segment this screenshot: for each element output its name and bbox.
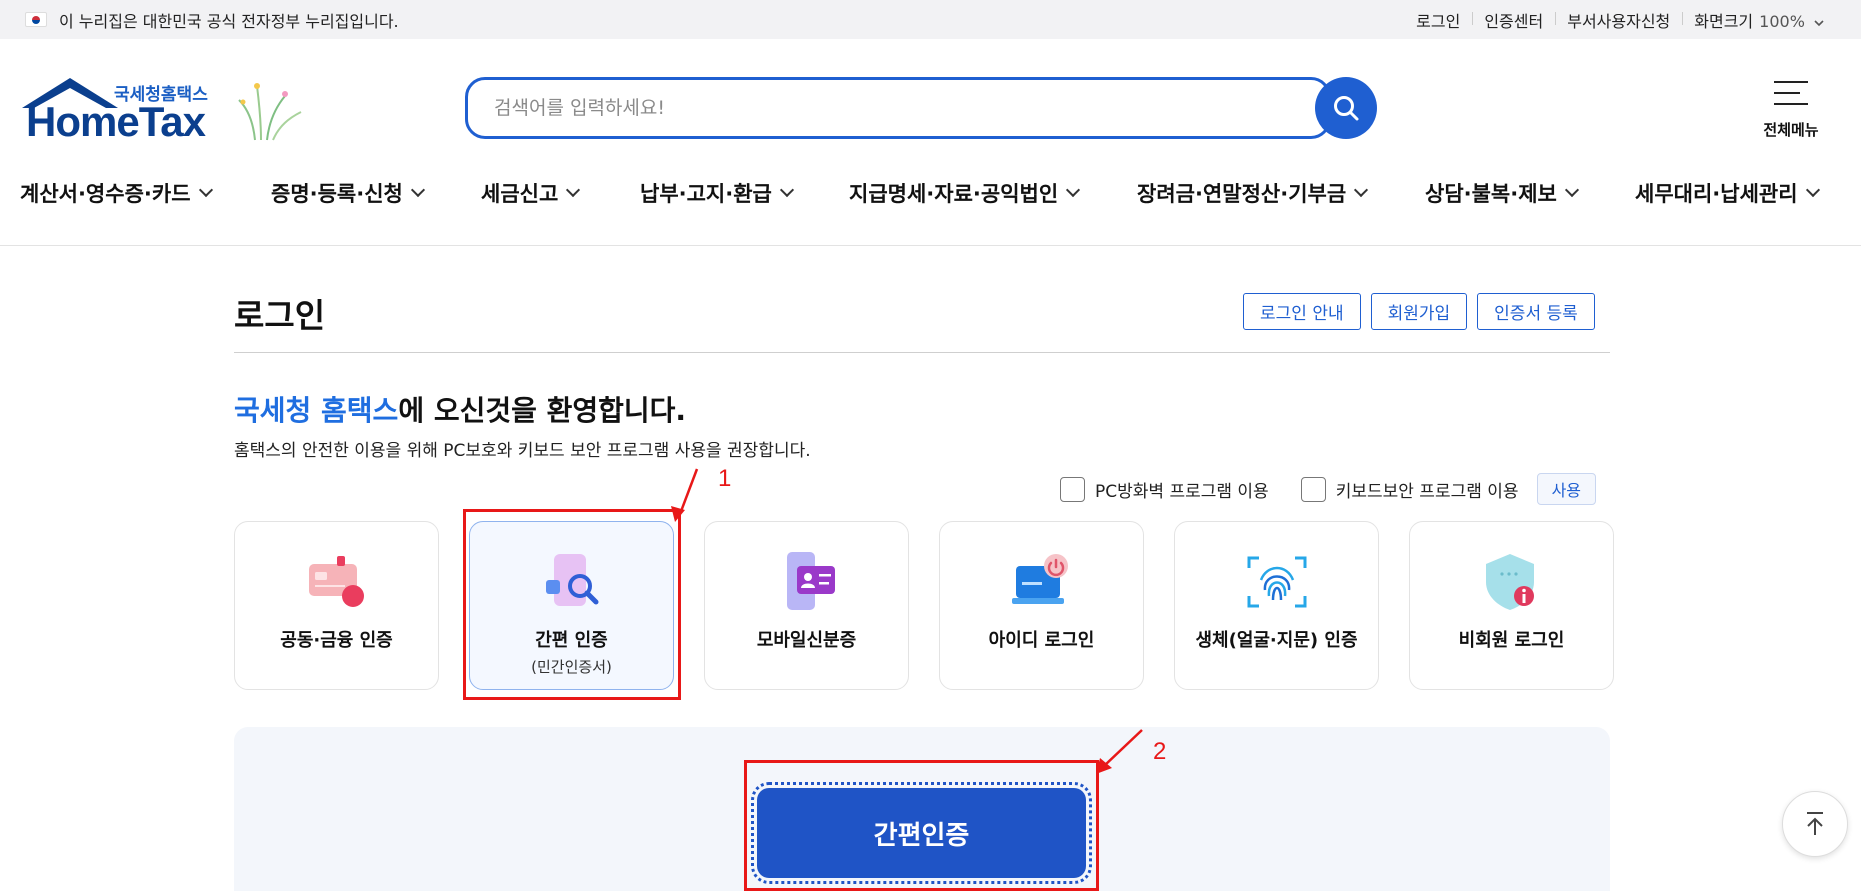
util-login-link[interactable]: 로그인 bbox=[1404, 8, 1472, 32]
chevron-down-icon bbox=[1564, 182, 1579, 198]
gnb-item-consult[interactable]: 상담·불복·제보 bbox=[1425, 176, 1579, 210]
zoom-control[interactable]: 화면크기 100% bbox=[1682, 8, 1836, 32]
annotation-number-1: 1 bbox=[718, 465, 732, 492]
welcome-heading: 국세청 홈택스에 오신것을 환영합니다. bbox=[234, 389, 686, 429]
method-label: 비회원 로그인 bbox=[1458, 630, 1565, 651]
keyboard-security-checkbox[interactable] bbox=[1300, 476, 1326, 502]
annotation-arrowhead-1 bbox=[671, 506, 685, 522]
method-sublabel: (민간인증서) bbox=[531, 658, 612, 676]
keyboard-security-option[interactable]: 키보드보안 프로그램 이용 bbox=[1300, 476, 1519, 502]
chevron-down-icon bbox=[198, 182, 213, 198]
gnb-label: 지급명세·자료·공익법인 bbox=[849, 182, 1059, 206]
method-label: 생체(얼굴·지문) 인증 bbox=[1195, 630, 1358, 651]
gnb-label: 세금신고 bbox=[481, 182, 559, 206]
gnb-item-invoice[interactable]: 계산서·영수증·카드 bbox=[20, 176, 213, 210]
gnb-item-agent[interactable]: 세무대리·납세관리 bbox=[1635, 176, 1820, 210]
grass-decoration-icon bbox=[238, 83, 302, 141]
title-actions: 로그인 안내 회원가입 인증서 등록 bbox=[1243, 293, 1595, 330]
search-button[interactable] bbox=[1315, 77, 1377, 139]
utility-links: 로그인 인증센터 부서사용자신청 화면크기 100% bbox=[1404, 8, 1836, 32]
title-divider bbox=[234, 352, 1610, 353]
gov-banner: 이 누리집은 대한민국 공식 전자정부 누리집입니다. 로그인 인증센터 부서사… bbox=[0, 0, 1861, 39]
chevron-down-icon bbox=[1805, 182, 1820, 198]
security-options: PC방화벽 프로그램 이용 키보드보안 프로그램 이용 사용 bbox=[1060, 473, 1597, 505]
login-methods: 공동·금융 인증 간편 인증 (민간인증서) 모바일신분증 아이디 로그인 생체… bbox=[234, 521, 1614, 690]
login-method-biometric[interactable]: 생체(얼굴·지문) 인증 bbox=[1174, 521, 1379, 690]
chevron-down-icon bbox=[1066, 182, 1081, 198]
method-label: 공동·금융 인증 bbox=[280, 630, 393, 651]
hometax-logo[interactable]: 국세청홈택스 HomeTax bbox=[20, 76, 302, 146]
simple-auth-button[interactable]: 간편인증 bbox=[751, 782, 1092, 884]
zoom-label: 화면크기 bbox=[1694, 11, 1754, 31]
method-label: 간편 인증 bbox=[535, 630, 608, 651]
page-title: 로그인 bbox=[234, 296, 326, 335]
gnb-item-incentive[interactable]: 장려금·연말정산·기부금 bbox=[1137, 176, 1369, 210]
chevron-down-icon bbox=[1814, 19, 1824, 26]
guest-shield-icon bbox=[1485, 554, 1534, 610]
gov-notice-text: 이 누리집은 대한민국 공식 전자정부 누리집입니다. bbox=[59, 11, 399, 31]
login-method-simple-auth[interactable]: 간편 인증 (민간인증서) bbox=[469, 521, 674, 690]
zoom-value: 100% bbox=[1759, 11, 1805, 31]
annotation-number-2: 2 bbox=[1153, 738, 1167, 765]
firewall-option[interactable]: PC방화벽 프로그램 이용 bbox=[1060, 476, 1269, 502]
arrow-up-icon bbox=[1807, 812, 1823, 835]
id-login-icon bbox=[1011, 554, 1068, 604]
util-cert-center-link[interactable]: 인증센터 bbox=[1472, 8, 1555, 32]
gnb-label: 상담·불복·제보 bbox=[1425, 182, 1557, 206]
util-dept-user-link[interactable]: 부서사용자신청 bbox=[1555, 8, 1682, 32]
gnb-label: 계산서·영수증·카드 bbox=[20, 182, 191, 206]
method-label: 모바일신분증 bbox=[756, 630, 857, 651]
fingerprint-icon bbox=[1247, 556, 1306, 608]
chevron-down-icon bbox=[779, 182, 794, 198]
all-menu-label: 전체메뉴 bbox=[1763, 121, 1819, 139]
all-menu-button[interactable]: 전체메뉴 bbox=[1756, 75, 1826, 145]
gnb-label: 장려금·연말정산·기부금 bbox=[1137, 182, 1347, 206]
hamburger-icon bbox=[1774, 79, 1808, 107]
use-button[interactable]: 사용 bbox=[1536, 473, 1597, 505]
simple-auth-icon bbox=[545, 554, 598, 606]
keyboard-security-label: 키보드보안 프로그램 이용 bbox=[1335, 481, 1519, 502]
mobile-id-icon bbox=[786, 552, 835, 610]
gnb-item-certificate[interactable]: 증명·등록·신청 bbox=[271, 176, 425, 210]
gnb-item-payment[interactable]: 납부·고지·환급 bbox=[640, 176, 794, 210]
chevron-down-icon bbox=[1354, 182, 1369, 198]
gnb-label: 납부·고지·환급 bbox=[640, 182, 772, 206]
firewall-checkbox[interactable] bbox=[1060, 476, 1085, 502]
gnb-label: 증명·등록·신청 bbox=[271, 182, 403, 206]
chevron-down-icon bbox=[566, 182, 581, 198]
certificate-card-icon bbox=[308, 556, 364, 607]
main-navigation: 계산서·영수증·카드 증명·등록·신청 세금신고 납부·고지·환급 지급명세·자… bbox=[0, 176, 1861, 246]
login-method-guest[interactable]: 비회원 로그인 bbox=[1409, 521, 1614, 690]
login-method-joint-cert[interactable]: 공동·금융 인증 bbox=[234, 521, 439, 690]
login-guide-button[interactable]: 로그인 안내 bbox=[1243, 293, 1361, 330]
gnb-item-statement[interactable]: 지급명세·자료·공익법인 bbox=[849, 176, 1081, 210]
gov-notice: 이 누리집은 대한민국 공식 전자정부 누리집입니다. bbox=[25, 8, 399, 32]
method-label: 아이디 로그인 bbox=[988, 630, 1095, 651]
login-method-mobile-id[interactable]: 모바일신분증 bbox=[704, 521, 909, 690]
register-certificate-button[interactable]: 인증서 등록 bbox=[1477, 293, 1595, 330]
gnb-item-tax-return[interactable]: 세금신고 bbox=[481, 176, 581, 210]
chevron-down-icon bbox=[410, 182, 425, 198]
search-box bbox=[465, 77, 1331, 139]
korean-flag-icon bbox=[25, 12, 47, 27]
logo-wordmark: HomeTax bbox=[26, 98, 206, 145]
welcome-subtitle: 홈택스의 안전한 이용을 위해 PC보호와 키보드 보안 프로그램 사용을 권장… bbox=[234, 441, 811, 461]
welcome-rest: 에 오신것을 환영합니다. bbox=[398, 394, 687, 427]
signup-button[interactable]: 회원가입 bbox=[1370, 293, 1468, 330]
firewall-label: PC방화벽 프로그램 이용 bbox=[1095, 481, 1269, 502]
welcome-brand: 국세청 홈택스 bbox=[234, 394, 399, 427]
search-icon bbox=[1334, 96, 1359, 121]
annotation-arrow-1 bbox=[678, 468, 699, 515]
scroll-to-top-button[interactable] bbox=[1782, 791, 1848, 857]
gnb-label: 세무대리·납세관리 bbox=[1635, 182, 1798, 206]
login-method-id-login[interactable]: 아이디 로그인 bbox=[939, 521, 1144, 690]
search-input[interactable] bbox=[494, 97, 1274, 119]
